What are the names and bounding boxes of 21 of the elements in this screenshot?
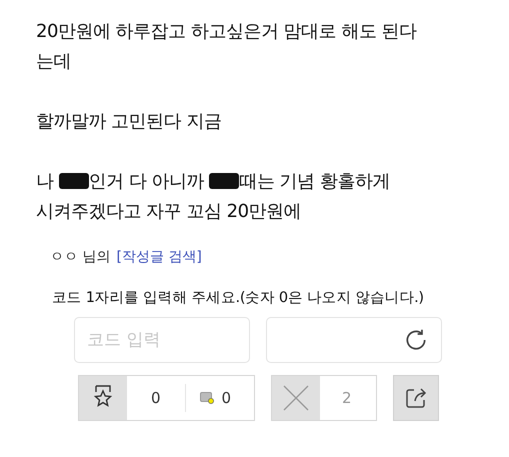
search-posts-link[interactable]: [작성글 검색] bbox=[116, 248, 202, 266]
post-text: 시켜주겠다고 자꾸 꼬심 20만원에 bbox=[36, 200, 302, 223]
comment-count: 0 bbox=[220, 388, 232, 409]
post-text: 때는 기념 황홀하게 bbox=[239, 170, 390, 193]
code-instruction: 코드 1자리를 입력해 주세요.(숫자 0은 나오지 않습니다.) bbox=[52, 289, 425, 307]
share-icon bbox=[405, 387, 427, 409]
code-input-field[interactable]: 코드 입력 bbox=[74, 317, 250, 363]
post-text: 나 bbox=[36, 170, 54, 193]
post-text: 는데 bbox=[36, 50, 71, 73]
post-text: 인거 다 아니까 bbox=[88, 170, 206, 193]
redaction-mark bbox=[58, 173, 89, 189]
close-icon bbox=[281, 383, 311, 413]
dislike-count: 2 bbox=[341, 388, 353, 409]
recommend-button[interactable] bbox=[79, 376, 127, 420]
comment-icon bbox=[200, 392, 214, 404]
author-name: ㅇㅇ 님의 bbox=[50, 248, 110, 266]
post-text: 20만원에 하루잡고 하고싶은거 맘대로 해도 된다 bbox=[36, 20, 417, 43]
redaction-mark bbox=[209, 173, 240, 189]
recommend-count: 0 bbox=[150, 388, 162, 409]
post-text: 할까말까 고민된다 지금 bbox=[36, 110, 222, 133]
share-button[interactable] bbox=[393, 375, 439, 421]
